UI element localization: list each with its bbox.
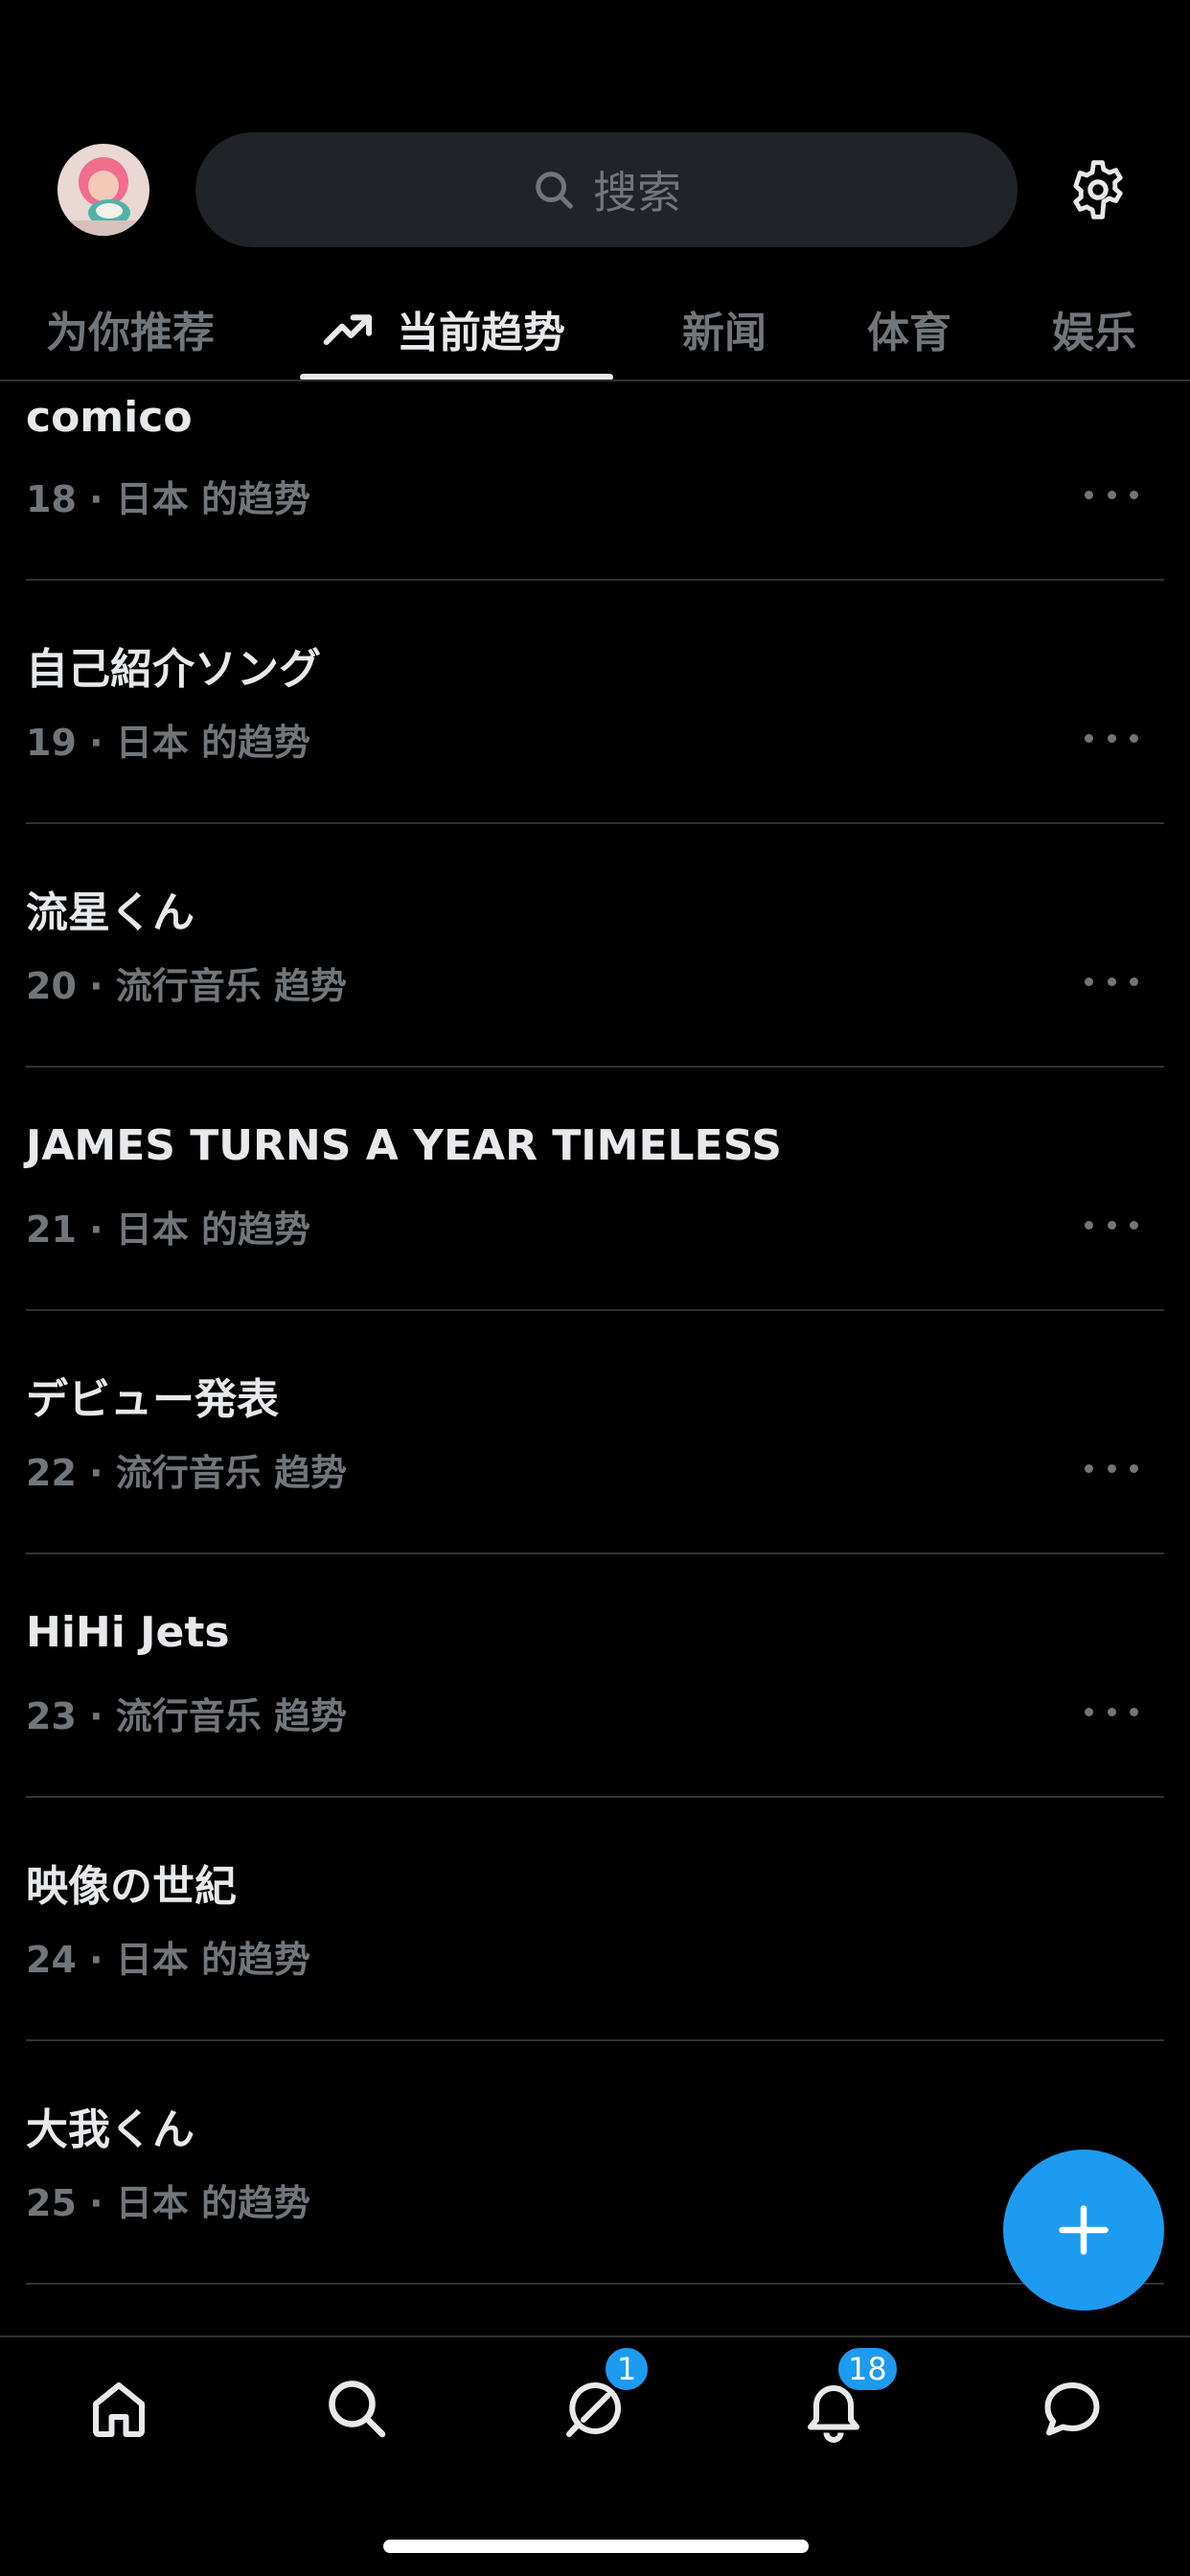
top-header: 搜索 为你推荐 当前趋势 新闻 体育 娱乐: [0, 0, 1190, 381]
nav-search[interactable]: [322, 2374, 391, 2443]
trend-title: comico: [26, 393, 193, 442]
tab-entertainment[interactable]: 娱乐: [1052, 278, 1136, 380]
more-icon[interactable]: [1085, 1704, 1138, 1719]
trend-meta: 20 · 流行音乐 趋势: [26, 965, 348, 1007]
avatar[interactable]: [57, 144, 149, 236]
trending-icon: [323, 314, 373, 346]
tab-for-you[interactable]: 为你推荐: [46, 278, 215, 380]
tab-label: 体育: [867, 309, 951, 357]
tab-sports[interactable]: 体育: [867, 278, 951, 380]
divider: [26, 1066, 1164, 1068]
trends-list: comico 18 · 日本 的趋势 自己紹介ソング 19 · 日本 的趋势 流…: [0, 381, 1190, 2336]
category-tabs: 为你推荐 当前趋势 新闻 体育 娱乐: [0, 278, 1190, 381]
more-icon[interactable]: [1085, 730, 1138, 746]
more-icon[interactable]: [1085, 974, 1138, 989]
nav-messages[interactable]: [1038, 2374, 1107, 2443]
trend-meta: 23 · 流行音乐 趋势: [26, 1695, 348, 1737]
trend-meta: 18 · 日本 的趋势: [26, 478, 311, 520]
compose-button[interactable]: [1003, 2150, 1164, 2311]
trend-item[interactable]: 流星くん 20 · 流行音乐 趋势: [0, 830, 1190, 1073]
trend-title: 流星くん: [26, 888, 195, 937]
trend-item[interactable]: JAMES TURNS A YEAR TIMELESS 21 · 日本 的趋势: [0, 1073, 1190, 1317]
trend-meta: 19 · 日本 的趋势: [26, 722, 311, 764]
tab-label: 为你推荐: [46, 309, 215, 357]
spaces-badge: 1: [603, 2345, 651, 2393]
search-icon: [329, 2380, 386, 2438]
search-icon: [536, 172, 573, 209]
search-bar[interactable]: 搜索: [195, 132, 1018, 247]
more-icon[interactable]: [1085, 1460, 1138, 1476]
trend-meta: 24 · 日本 的趋势: [26, 1939, 311, 1981]
trend-item[interactable]: デビュー発表 22 · 流行音乐 趋势: [0, 1317, 1190, 1560]
more-icon[interactable]: [1085, 487, 1138, 502]
tab-label: 当前趋势: [397, 309, 565, 357]
trend-item[interactable]: 映像の世紀 24 · 日本 的趋势: [0, 1804, 1190, 2047]
trend-meta: 22 · 流行音乐 趋势: [26, 1452, 348, 1494]
divider: [26, 2039, 1164, 2041]
nav-spaces[interactable]: 1: [561, 2345, 651, 2443]
home-icon: [93, 2382, 145, 2437]
trend-item[interactable]: comico 18 · 日本 的趋势: [0, 381, 1190, 586]
tab-trending[interactable]: 当前趋势: [322, 278, 565, 380]
trend-title: 自己紹介ソング: [26, 645, 321, 694]
divider: [26, 1552, 1164, 1554]
trend-meta: 25 · 日本 的趋势: [26, 2182, 311, 2224]
nav-home[interactable]: [84, 2374, 153, 2443]
home-indicator: [383, 2540, 809, 2553]
nav-notifications[interactable]: 18: [799, 2345, 900, 2443]
tab-label: 娱乐: [1052, 309, 1136, 357]
trend-meta: 21 · 日本 的趋势: [26, 1208, 311, 1251]
divider: [26, 1796, 1164, 1798]
trend-title: JAMES TURNS A YEAR TIMELESS: [26, 1121, 782, 1170]
plus-icon: [1059, 2205, 1109, 2255]
message-icon: [1044, 2382, 1100, 2436]
trend-title: 映像の世紀: [26, 1862, 237, 1911]
gear-icon[interactable]: [1065, 157, 1131, 222]
trend-title: HiHi Jets: [26, 1608, 230, 1657]
trend-title: デビュー発表: [26, 1375, 279, 1424]
more-icon[interactable]: [1085, 1217, 1138, 1232]
tab-news[interactable]: 新闻: [682, 278, 767, 380]
trend-item[interactable]: HiHi Jets 23 · 流行音乐 趋势: [0, 1560, 1190, 1804]
search-placeholder: 搜索: [593, 167, 681, 218]
divider: [26, 822, 1164, 824]
divider: [26, 579, 1164, 581]
tab-label: 新闻: [682, 309, 767, 357]
trend-title: 大我くん: [26, 2105, 195, 2154]
divider: [26, 1309, 1164, 1311]
divider: [26, 2283, 1164, 2285]
trend-item[interactable]: 自己紹介ソング 19 · 日本 的趋势: [0, 586, 1190, 830]
notifications-badge: 18: [835, 2345, 900, 2393]
